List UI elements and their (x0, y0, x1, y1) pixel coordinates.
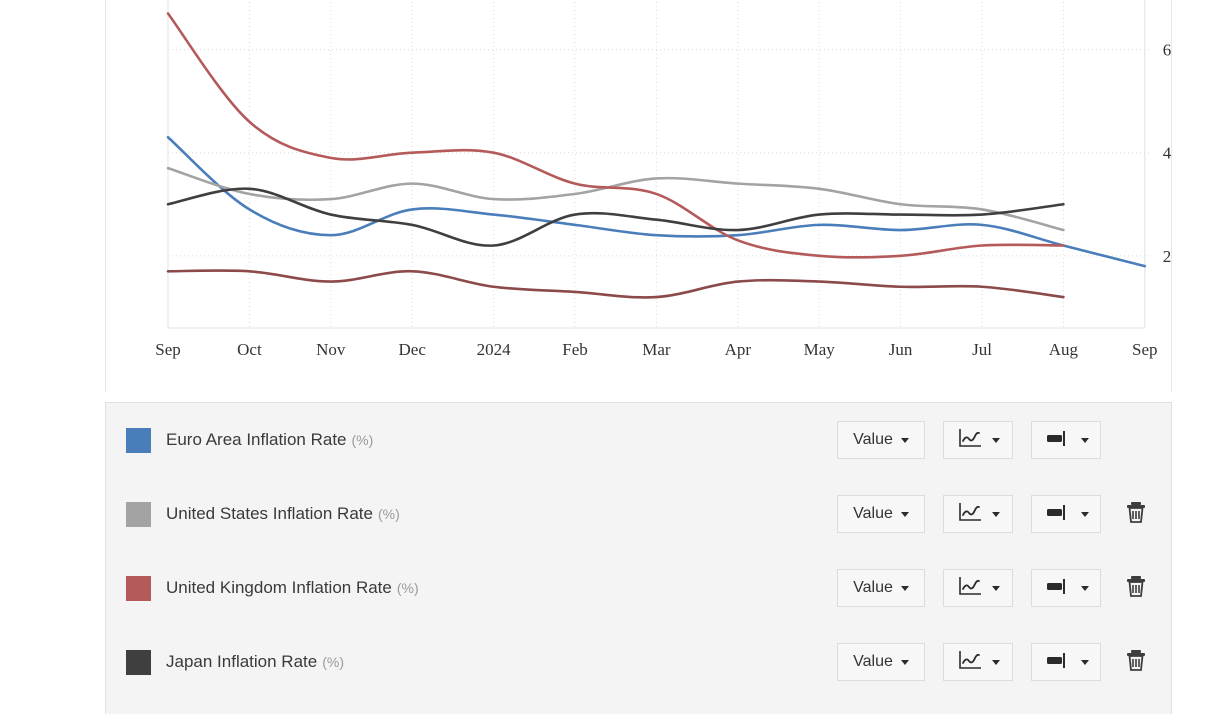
chevron-down-icon (991, 437, 1000, 443)
chevron-down-icon (900, 437, 909, 443)
series-color-swatch[interactable] (126, 649, 151, 675)
trash-icon (1125, 500, 1147, 529)
legend-row-controls: Value (837, 495, 1155, 533)
trash-icon (1125, 648, 1147, 677)
series-line (166, 166, 1065, 232)
value-type-label: Value (853, 431, 893, 448)
series-line (166, 269, 1065, 299)
series-color-swatch[interactable] (126, 575, 151, 601)
series-color-swatch[interactable] (126, 501, 151, 527)
x-axis-tick-label: Nov (316, 340, 346, 359)
legend-row: Euro Area Inflation Rate (%) Value (106, 403, 1171, 477)
series-name: Euro Area Inflation Rate (166, 430, 347, 449)
chart-y-axis: 2 4 6 (1163, 41, 1171, 266)
axis-position-icon (1044, 428, 1072, 453)
chevron-down-icon (1080, 659, 1089, 665)
chevron-down-icon (991, 585, 1000, 591)
value-type-dropdown[interactable]: Value (837, 421, 925, 459)
y-axis-tick-label: 6 (1163, 41, 1171, 60)
chevron-down-icon (991, 659, 1000, 665)
legend-row: Japan Inflation Rate (%) Value (106, 625, 1171, 699)
y-axis-tick-label: 2 (1163, 247, 1171, 266)
chart-type-dropdown[interactable] (943, 643, 1013, 681)
value-type-dropdown[interactable]: Value (837, 569, 925, 607)
page-root: Sep Oct Nov Dec 2024 Feb Mar Apr May Jun Jul Aug Sep… (0, 0, 1208, 714)
x-axis-tick-label: Oct (237, 340, 262, 359)
x-axis-tick-label: Sep (155, 340, 181, 359)
x-axis-tick-label: Apr (725, 340, 752, 359)
chart-card: Sep Oct Nov Dec 2024 Feb Mar Apr May Jun Jul Aug Sep… (105, 0, 1172, 392)
x-axis-tick-label: Feb (562, 340, 588, 359)
series-unit: (%) (396, 580, 419, 596)
legend-row: United States Inflation Rate (%) Value (106, 477, 1171, 551)
chart-x-axis: Sep Oct Nov Dec 2024 Feb Mar Apr May Jun Jul Aug Sep (155, 340, 1157, 359)
axis-position-dropdown[interactable] (1031, 643, 1101, 681)
value-type-dropdown[interactable]: Value (837, 495, 925, 533)
legend-row: United Kingdom Inflation Rate (%) Value (106, 551, 1171, 625)
delete-series-button[interactable] (1119, 643, 1153, 681)
chart-gridlines (167, 0, 1151, 329)
series-line (166, 187, 1065, 247)
value-type-label: Value (853, 653, 893, 670)
axis-position-icon (1044, 502, 1072, 527)
value-type-label: Value (853, 579, 893, 596)
line-chart-icon (957, 575, 983, 602)
y-axis-tick-label: 4 (1163, 144, 1171, 163)
line-chart-icon (957, 501, 983, 528)
value-type-label: Value (853, 505, 893, 522)
chevron-down-icon (1080, 511, 1089, 517)
series-unit: (%) (322, 654, 344, 670)
chevron-down-icon (991, 511, 1000, 517)
chart-type-dropdown[interactable] (943, 421, 1013, 459)
line-chart-icon (957, 427, 983, 454)
x-axis-tick-label: Sep (1132, 340, 1158, 359)
axis-position-dropdown[interactable] (1031, 421, 1101, 459)
axis-position-dropdown[interactable] (1031, 569, 1101, 607)
line-chart-icon (957, 649, 983, 676)
axis-position-icon (1044, 650, 1072, 675)
series-name: United Kingdom Inflation Rate (166, 578, 392, 597)
series-label-group: Japan Inflation Rate (%) (166, 652, 344, 672)
series-label-group: Euro Area Inflation Rate (%) (166, 430, 373, 450)
series-name: Japan Inflation Rate (166, 652, 318, 671)
chevron-down-icon (1080, 585, 1089, 591)
series-unit: (%) (351, 432, 374, 448)
delete-series-button[interactable] (1119, 569, 1153, 607)
x-axis-tick-label: 2024 (477, 340, 512, 359)
series-color-swatch[interactable] (126, 427, 151, 453)
x-axis-tick-label: Aug (1049, 340, 1079, 359)
x-axis-tick-label: Mar (642, 340, 671, 359)
legend-row-controls: Value (837, 569, 1155, 607)
x-axis-tick-label: Dec (399, 340, 427, 359)
series-label-group: United Kingdom Inflation Rate (%) (166, 578, 419, 598)
legend-row-controls: Value (837, 643, 1155, 681)
axis-position-icon (1044, 576, 1072, 601)
series-name: United States Inflation Rate (166, 504, 373, 523)
chart-type-dropdown[interactable] (943, 569, 1013, 607)
x-axis-tick-label: Jun (889, 340, 913, 359)
value-type-dropdown[interactable]: Value (837, 643, 925, 681)
inflation-line-chart[interactable]: Sep Oct Nov Dec 2024 Feb Mar Apr May Jun Jul Aug Sep… (106, 0, 1171, 390)
chevron-down-icon (1080, 437, 1089, 443)
x-axis-tick-label: Jul (972, 340, 992, 359)
axis-position-dropdown[interactable] (1031, 495, 1101, 533)
chevron-down-icon (900, 511, 909, 517)
legend-row-controls: Value (837, 421, 1155, 459)
series-legend-panel: Euro Area Inflation Rate (%) Value United S… (105, 402, 1172, 714)
delete-series-button[interactable] (1119, 495, 1153, 533)
series-unit: (%) (377, 506, 400, 522)
chevron-down-icon (900, 585, 909, 591)
chart-type-dropdown[interactable] (943, 495, 1013, 533)
chevron-down-icon (900, 659, 909, 665)
series-line (166, 12, 1065, 259)
x-axis-tick-label: May (804, 340, 836, 359)
series-label-group: United States Inflation Rate (%) (166, 504, 400, 524)
trash-icon (1125, 574, 1147, 603)
